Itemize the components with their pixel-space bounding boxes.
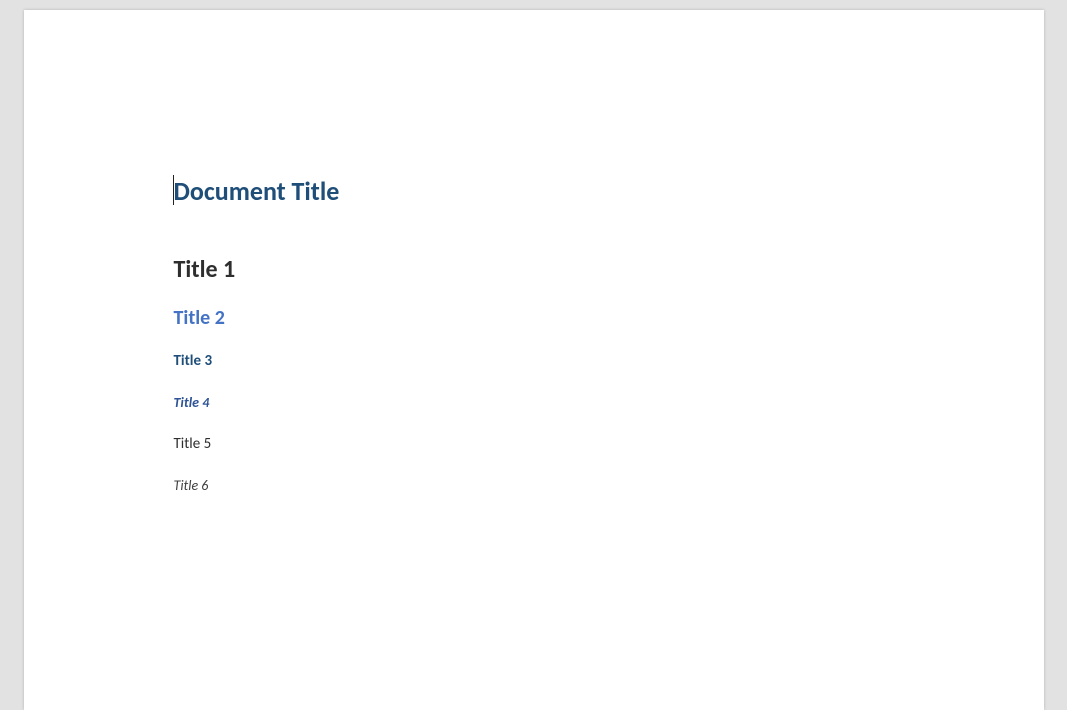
heading-6[interactable]: Title 6 (174, 477, 944, 494)
heading-3[interactable]: Title 3 (174, 352, 944, 370)
heading-1[interactable]: Title 1 (174, 255, 944, 284)
heading-4[interactable]: Title 4 (174, 394, 944, 411)
document-title-text: Document Title (174, 175, 340, 207)
text-cursor (173, 175, 174, 205)
document-page[interactable]: Document Title Title 1 Title 2 Title 3 T… (24, 10, 1044, 710)
heading-5[interactable]: Title 5 (174, 435, 944, 453)
document-title[interactable]: Document Title (174, 175, 944, 207)
heading-2[interactable]: Title 2 (174, 306, 944, 330)
